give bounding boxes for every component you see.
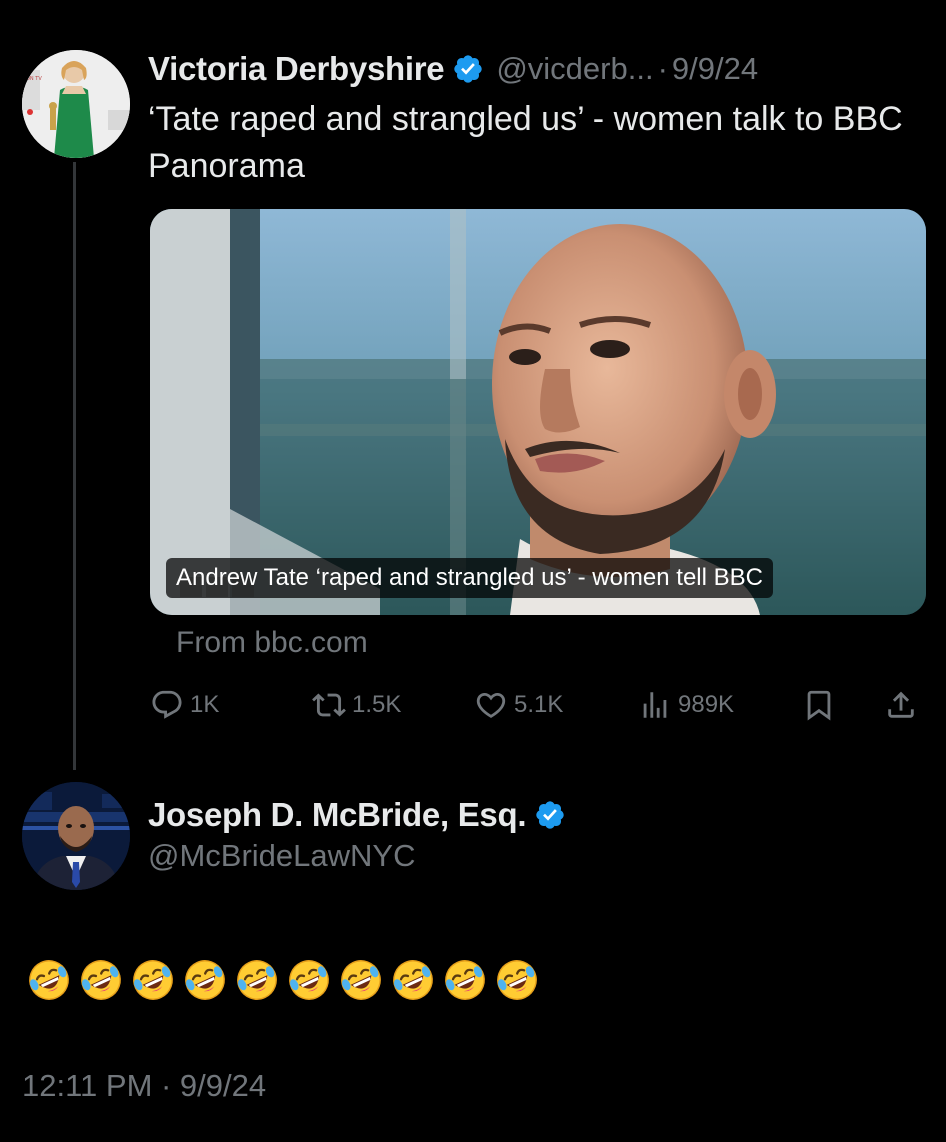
like-button[interactable]: 5.1K — [474, 683, 563, 727]
reply-timestamp[interactable]: 12:11 PM · 9/9/24 — [22, 1068, 266, 1104]
reply-author-handle[interactable]: @McBrideLawNYC — [148, 838, 415, 874]
victoria-derbyshire-avatar[interactable]: ON TV — [22, 50, 130, 158]
reply-author-name[interactable]: Joseph D. McBride, Esq. — [148, 796, 527, 834]
rolling-on-floor-laughing-emoji — [393, 960, 433, 1000]
bookmark-button[interactable] — [802, 683, 836, 727]
reply-icon — [152, 690, 182, 719]
rolling-on-floor-laughing-emoji — [185, 960, 225, 1000]
rolling-on-floor-laughing-emoji — [29, 960, 69, 1000]
bookmark-icon — [807, 690, 831, 721]
tweet-action-bar: 1K 1.5K 5.1K 989K — [150, 683, 930, 727]
views-button[interactable]: 989K — [638, 683, 734, 727]
joseph-mcbride-avatar[interactable] — [22, 782, 130, 890]
reply-emoji-text — [26, 955, 546, 1005]
retweet-icon — [312, 693, 346, 717]
link-card-caption: Andrew Tate ‘raped and strangled us’ - w… — [166, 558, 773, 598]
link-card[interactable]: Andrew Tate ‘raped and strangled us’ - w… — [150, 209, 926, 615]
rolling-on-floor-laughing-emoji — [81, 960, 121, 1000]
tweet-date[interactable]: 9/9/24 — [672, 51, 758, 87]
views-icon — [643, 692, 667, 718]
link-card-image — [150, 209, 926, 615]
author-handle[interactable]: @vicderb... — [496, 51, 653, 87]
original-tweet-header: Victoria Derbyshire @vicderb... · 9/9/24 — [148, 46, 758, 92]
link-source[interactable]: From bbc.com — [176, 626, 368, 660]
verified-badge-icon — [452, 53, 484, 85]
svg-text:ON TV: ON TV — [26, 76, 42, 82]
reply-header: Joseph D. McBride, Esq. — [148, 792, 578, 838]
heart-icon — [476, 692, 506, 718]
rolling-on-floor-laughing-emoji — [289, 960, 329, 1000]
rolling-on-floor-laughing-emoji — [133, 960, 173, 1000]
rolling-on-floor-laughing-emoji — [445, 960, 485, 1000]
reply-button[interactable]: 1K — [150, 683, 219, 727]
rolling-on-floor-laughing-emoji — [497, 960, 537, 1000]
rolling-on-floor-laughing-emoji — [341, 960, 381, 1000]
view-count: 989K — [678, 691, 735, 718]
reply-count: 1K — [190, 691, 220, 718]
retweet-button[interactable]: 1.5K — [312, 683, 401, 727]
separator-dot: · — [657, 51, 668, 86]
retweet-count: 1.5K — [352, 691, 402, 718]
author-name[interactable]: Victoria Derbyshire — [148, 50, 445, 88]
tweet-text: ‘Tate raped and strangled us’ - women ta… — [148, 100, 903, 185]
thread-connector-line — [73, 162, 76, 770]
share-icon — [888, 691, 914, 718]
like-count: 5.1K — [514, 691, 564, 718]
rolling-on-floor-laughing-emoji — [237, 960, 277, 1000]
share-button[interactable] — [884, 683, 918, 727]
verified-badge-icon — [534, 799, 566, 831]
